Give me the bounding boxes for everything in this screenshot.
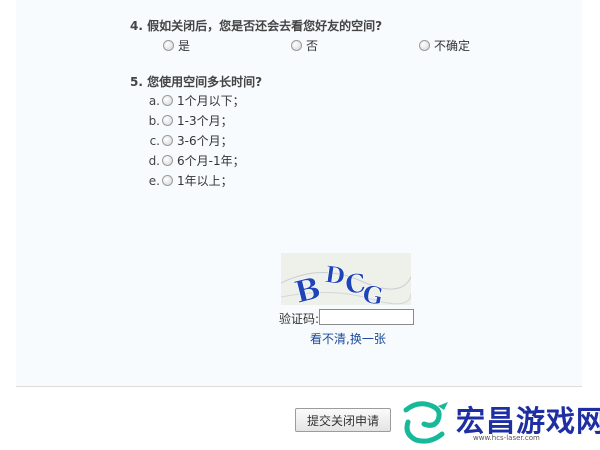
option-label: 不确定 (434, 39, 471, 53)
q5-option-c[interactable]: c. 3-6个月； (146, 132, 233, 149)
q4-option-no[interactable]: 否 (291, 37, 318, 54)
q4-option-yes[interactable]: 是 (163, 37, 190, 54)
q5-option-a[interactable]: a. 1个月以下； (146, 92, 245, 109)
captcha-char: B (291, 271, 324, 305)
option-label: 3-6个月； (177, 134, 233, 148)
captcha-image: B D C G (281, 253, 411, 305)
option-letter: b. (148, 113, 160, 128)
option-label: 1年以上； (177, 174, 233, 188)
captcha-label: 验证码: (279, 312, 320, 326)
submit-close-request-button[interactable]: 提交关闭申请 (295, 408, 391, 432)
question-5-title: 5. 您使用空间多长时间? (130, 75, 263, 89)
option-label: 1个月以下； (177, 94, 245, 108)
survey-panel (16, 0, 582, 386)
captcha-input[interactable] (319, 309, 414, 325)
radio-button[interactable] (162, 175, 173, 186)
option-label: 6个月-1年； (177, 154, 245, 168)
radio-button[interactable] (162, 95, 173, 106)
radio-button[interactable] (419, 40, 430, 51)
divider (16, 386, 582, 387)
dragon-logo-icon (403, 401, 448, 444)
radio-button[interactable] (162, 155, 173, 166)
radio-button[interactable] (162, 115, 173, 126)
option-label: 是 (178, 39, 191, 53)
refresh-captcha-link[interactable]: 看不清,换一张 (310, 330, 386, 347)
question-4-title: 4. 假如关闭后，您是否还会去看您好友的空间? (130, 19, 383, 33)
captcha-char: G (360, 279, 385, 305)
watermark: 宏昌游戏网 www.hcs-laser.com (398, 398, 600, 446)
option-label: 1-3个月； (177, 114, 233, 128)
q5-option-d[interactable]: d. 6个月-1年； (146, 152, 245, 169)
captcha-char: D (323, 261, 347, 291)
radio-button[interactable] (163, 40, 174, 51)
radio-button[interactable] (291, 40, 302, 51)
radio-button[interactable] (162, 135, 173, 146)
option-letter: a. (148, 93, 160, 108)
option-letter: c. (149, 133, 160, 148)
q5-option-b[interactable]: b. 1-3个月； (146, 112, 233, 129)
option-label: 否 (306, 39, 319, 53)
option-letter: d. (148, 153, 160, 168)
watermark-url: www.hcs-laser.com (473, 434, 540, 442)
q4-option-unsure[interactable]: 不确定 (419, 37, 470, 54)
q5-option-e[interactable]: e. 1年以上； (146, 172, 233, 189)
option-letter: e. (148, 173, 160, 188)
